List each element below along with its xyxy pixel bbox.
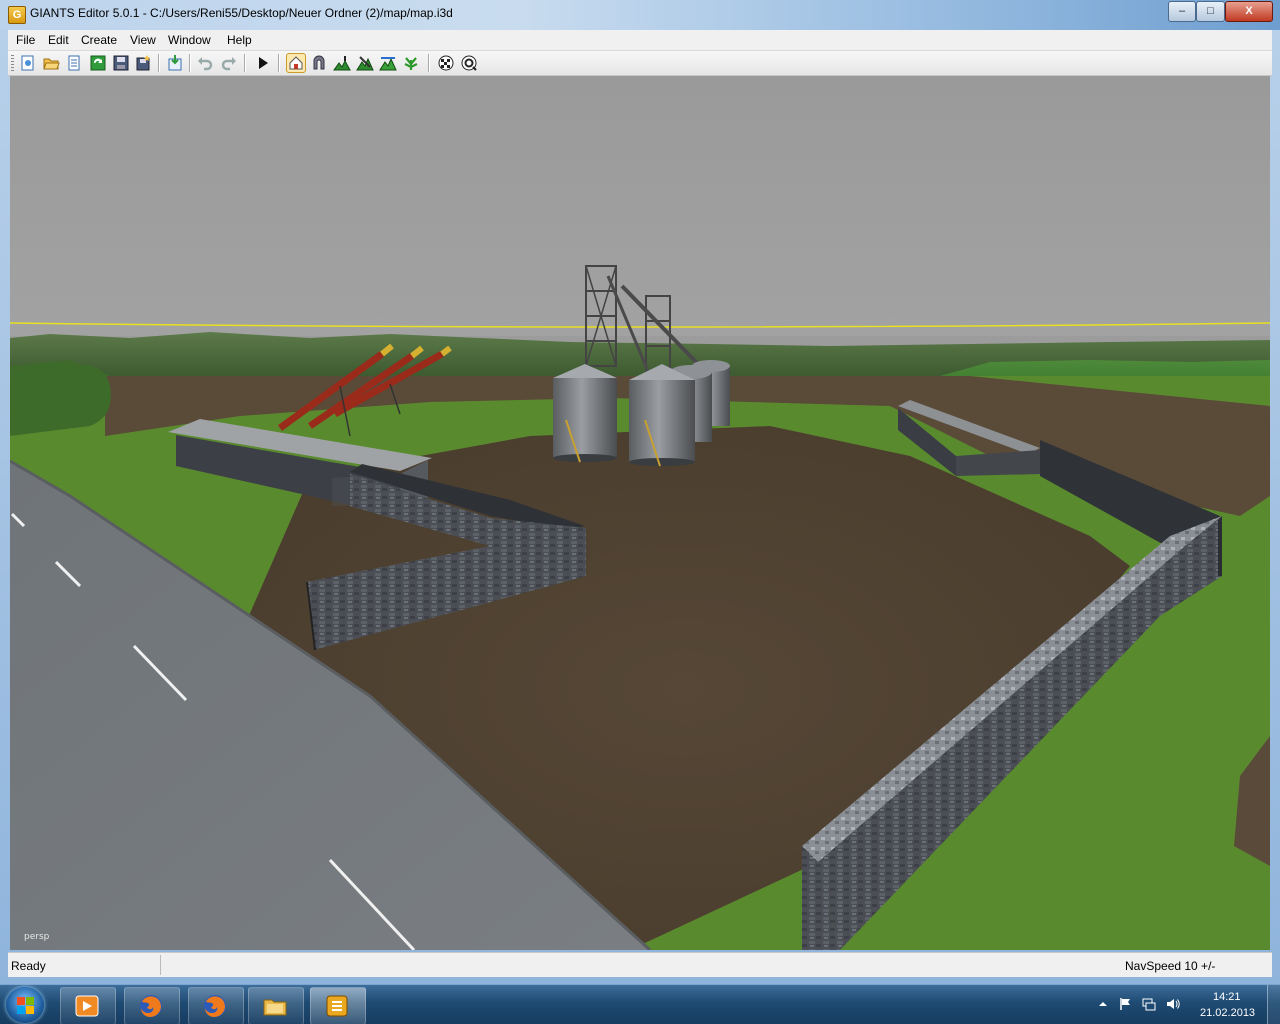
volume-icon[interactable] (1166, 997, 1180, 1011)
taskbar-app-explorer[interactable] (248, 987, 304, 1024)
toolbar-separator (244, 54, 246, 72)
taskbar-app-firefox[interactable] (124, 987, 180, 1024)
menu-bar: File Edit Create View Window Help (8, 30, 1272, 51)
terrain-detail-icon[interactable] (379, 54, 397, 72)
action-center-flag-icon[interactable] (1118, 997, 1132, 1011)
taskbar: 14:21 21.02.2013 (0, 984, 1280, 1024)
network-icon[interactable] (1142, 997, 1156, 1011)
terrain-paint-icon[interactable] (356, 54, 374, 72)
status-divider (160, 955, 161, 975)
giants-app-icon[interactable]: G (8, 6, 26, 24)
media-player-icon (75, 995, 99, 1017)
undo-icon[interactable] (196, 54, 214, 72)
menu-help[interactable]: Help (227, 33, 252, 47)
firefox-icon (140, 995, 162, 1017)
title-bar[interactable]: G GIANTS Editor 5.0.1 - C:/Users/Reni55/… (0, 0, 1280, 30)
windows-logo-icon (17, 1006, 25, 1014)
toolbar-separator (158, 54, 160, 72)
navspeed-indicator: NavSpeed 10 +/- (1125, 959, 1216, 973)
redo-icon[interactable] (220, 54, 238, 72)
explorer-icon (263, 999, 287, 1016)
window-title: GIANTS Editor 5.0.1 - C:/Users/Reni55/De… (30, 6, 453, 20)
windows-logo-icon (26, 997, 34, 1005)
move-mode-icon[interactable] (310, 54, 328, 72)
settings-icon[interactable] (460, 54, 478, 72)
toolbar-grip[interactable] (11, 55, 14, 71)
scene-render (10, 76, 1270, 950)
start-button[interactable] (6, 987, 44, 1023)
menu-file[interactable]: File (16, 33, 35, 47)
refresh-icon[interactable] (89, 54, 107, 72)
terrain-sculpt-icon[interactable] (333, 54, 351, 72)
windows-logo-icon (26, 1006, 34, 1014)
menu-create[interactable]: Create (81, 33, 117, 47)
show-desktop-button[interactable] (1267, 985, 1280, 1024)
taskbar-app-giants-editor[interactable] (310, 987, 366, 1024)
toolbar (8, 51, 1272, 76)
editor-window: G GIANTS Editor 5.0.1 - C:/Users/Reni55/… (0, 0, 1280, 984)
import-icon[interactable] (166, 54, 184, 72)
status-text: Ready (11, 959, 46, 973)
play-icon[interactable] (254, 54, 272, 72)
close-button[interactable]: X (1225, 1, 1273, 22)
save-all-icon[interactable] (135, 54, 153, 72)
windows-logo-icon (17, 997, 25, 1005)
open-icon[interactable] (42, 54, 60, 72)
taskbar-app-media-player[interactable] (60, 987, 116, 1024)
menu-edit[interactable]: Edit (48, 33, 69, 47)
clock-time[interactable]: 14:21 (1213, 991, 1241, 1003)
toolbar-separator (278, 54, 280, 72)
menu-window[interactable]: Window (168, 33, 211, 47)
save-icon[interactable] (112, 54, 130, 72)
minimize-button[interactable]: – (1168, 1, 1196, 22)
toolbar-separator (428, 54, 430, 72)
foliage-paint-icon[interactable] (402, 54, 420, 72)
select-mode-icon[interactable] (286, 53, 306, 73)
status-bar: Ready NavSpeed 10 +/- (8, 952, 1272, 977)
menu-view[interactable]: View (130, 33, 156, 47)
toolbar-separator (189, 54, 191, 72)
taskbar-app-firefox-2[interactable] (188, 987, 244, 1024)
checker-icon[interactable] (437, 54, 455, 72)
clock-date[interactable]: 21.02.2013 (1200, 1007, 1255, 1019)
firefox-icon (204, 995, 226, 1017)
camera-label: persp (24, 932, 50, 942)
properties-icon[interactable] (65, 54, 83, 72)
show-hidden-icons-arrow[interactable] (1096, 997, 1110, 1011)
giants-editor-icon (326, 995, 348, 1017)
3d-viewport[interactable]: persp (10, 76, 1270, 950)
new-icon[interactable] (19, 54, 37, 72)
maximize-button[interactable]: □ (1196, 1, 1225, 22)
